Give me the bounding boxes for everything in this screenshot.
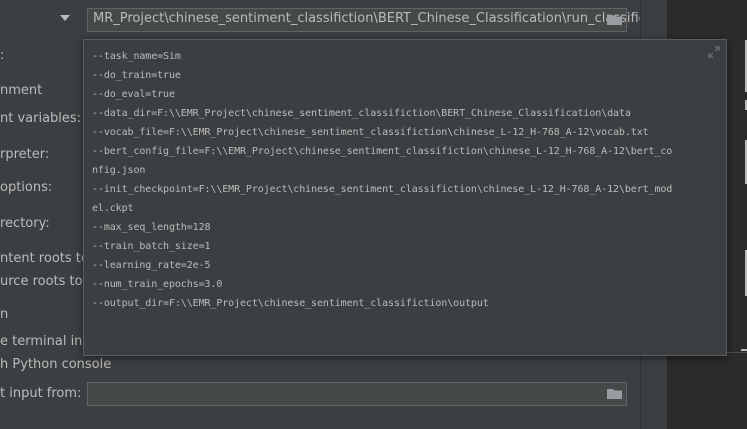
- script-path-value: MR_Project\chinese_sentiment_classificti…: [93, 11, 671, 26]
- parameter-line: --bert_config_file=F:\\EMR_Project\chine…: [92, 146, 673, 157]
- folder-icon[interactable]: [607, 388, 623, 400]
- parameter-line: nfig.json: [92, 165, 146, 176]
- parameter-line: --train_batch_size=1: [92, 241, 211, 252]
- parameters-expanded-popup[interactable]: --task_name=Sim --do_train=true --do_eval=…: [83, 39, 727, 356]
- parameter-line: --init_checkpoint=F:\\EMR_Project\chines…: [92, 184, 673, 195]
- parameter-line: --learning_rate=2e-5: [92, 260, 211, 271]
- content-roots-checkbox-label[interactable]: ntent roots to: [0, 251, 89, 266]
- parameter-line: el.ckpt: [92, 203, 134, 214]
- environment-section-label: nment: [0, 83, 43, 98]
- parameter-line: --vocab_file=F:\\EMR_Project\chinese_sen…: [92, 127, 649, 138]
- script-path-field[interactable]: MR_Project\chinese_sentiment_classificti…: [87, 8, 671, 32]
- parameter-line: --task_name=Sim: [92, 51, 181, 62]
- environment-variables-label: nt variables:: [0, 111, 82, 126]
- parameter-line: --max_seq_length=128: [92, 222, 211, 233]
- editor-marker: [741, 349, 747, 351]
- parameter-line: --do_train=true: [92, 70, 181, 81]
- parameter-line: --data_dir=F:\\EMR_Project\chinese_senti…: [92, 108, 631, 119]
- parameter-line: --num_train_epochs=3.0: [92, 279, 223, 290]
- parameter-line: --output_dir=F:\\EMR_Project\chinese_sen…: [92, 298, 489, 309]
- parameters-text-area[interactable]: --task_name=Sim --do_train=true --do_eval=…: [92, 47, 672, 313]
- expand-icon[interactable]: [708, 46, 720, 58]
- parameter-line: --do_eval=true: [92, 89, 175, 100]
- folder-icon[interactable]: [607, 14, 623, 26]
- interpreter-options-label: options:: [0, 180, 53, 195]
- redirect-input-field[interactable]: [87, 382, 627, 406]
- parameters-label: :: [0, 48, 5, 63]
- source-roots-checkbox-label[interactable]: urce roots to P: [0, 274, 95, 289]
- interpreter-label: rpreter:: [0, 147, 50, 162]
- working-directory-label: rectory:: [0, 216, 50, 231]
- execution-section-label: n: [0, 307, 9, 322]
- chevron-down-icon[interactable]: [60, 15, 70, 21]
- redirect-input-label[interactable]: t input from:: [0, 386, 81, 401]
- python-console-checkbox-label[interactable]: h Python console: [0, 357, 111, 372]
